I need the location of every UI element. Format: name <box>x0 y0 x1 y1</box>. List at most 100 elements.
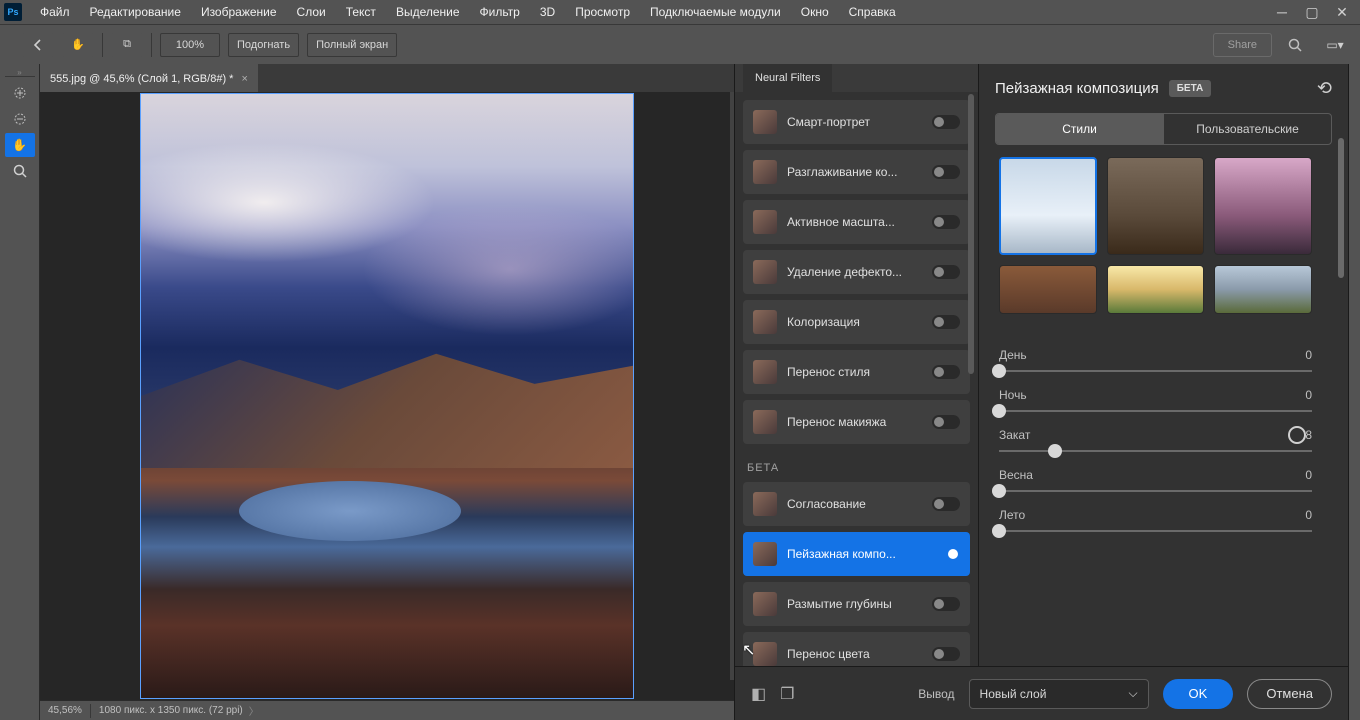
menu-Окно[interactable]: Окно <box>791 2 839 22</box>
filter-item[interactable]: Активное масшта... <box>743 200 970 244</box>
slider-thumb[interactable] <box>992 484 1006 498</box>
menu-Редактирование[interactable]: Редактирование <box>80 2 191 22</box>
slider-thumb[interactable] <box>992 404 1006 418</box>
output-label: Вывод <box>918 687 954 701</box>
slider-Весна: Весна0 <box>999 468 1312 492</box>
fullscreen-button[interactable]: Полный экран <box>307 33 397 57</box>
close-icon[interactable]: × <box>241 73 247 85</box>
panel-scrollbar[interactable] <box>968 94 976 718</box>
filter-thumb <box>753 260 777 284</box>
hand-icon[interactable]: ✋ <box>62 33 94 57</box>
ok-button[interactable]: OK <box>1163 679 1234 709</box>
menu-Файл[interactable]: Файл <box>30 2 80 22</box>
filter-label: Перенос макияжа <box>787 415 922 429</box>
canvas[interactable] <box>140 93 634 699</box>
zoom-display[interactable]: 100% <box>160 33 220 57</box>
options-bar: ✋ ⧉ 100% Подогнать Полный экран Share ▭▾ <box>0 24 1360 64</box>
preset-3[interactable] <box>1214 157 1312 255</box>
ellipse-sub-tool[interactable] <box>5 107 35 131</box>
fit-button[interactable]: Подогнать <box>228 33 299 57</box>
slider-track[interactable] <box>999 450 1312 452</box>
filter-toggle[interactable] <box>932 165 960 179</box>
tab-styles[interactable]: Стили <box>996 114 1164 144</box>
slider-thumb[interactable] <box>992 524 1006 538</box>
filter-item[interactable]: Удаление дефекто... <box>743 250 970 294</box>
minimize-button[interactable]: ─ <box>1268 2 1296 22</box>
preset-4[interactable] <box>999 265 1097 314</box>
slider-thumb[interactable] <box>992 364 1006 378</box>
filter-item[interactable]: Перенос макияжа <box>743 400 970 444</box>
filter-item[interactable]: Перенос стиля <box>743 350 970 394</box>
menu-Выделение[interactable]: Выделение <box>386 2 470 22</box>
slider-Лето: Лето0 <box>999 508 1312 532</box>
hand-tool[interactable]: ✋ <box>5 133 35 157</box>
menu-Справка[interactable]: Справка <box>839 2 906 22</box>
slider-track[interactable] <box>999 530 1312 532</box>
filter-toggle[interactable] <box>932 597 960 611</box>
windows-icon[interactable]: ⧉ <box>111 33 143 57</box>
status-zoom[interactable]: 45,56% <box>48 705 82 716</box>
workspace-switcher[interactable]: ▭▾ <box>1318 33 1352 57</box>
maximize-button[interactable]: ▢ <box>1298 2 1326 22</box>
ellipse-add-tool[interactable] <box>5 81 35 105</box>
status-dims: 1080 пикс. x 1350 пикс. (72 ppi) <box>99 705 243 716</box>
home-back-icon[interactable] <box>22 33 54 57</box>
compare-icon[interactable]: ◧ <box>751 684 766 704</box>
filter-toggle[interactable] <box>932 215 960 229</box>
close-button[interactable]: ✕ <box>1328 2 1356 22</box>
filter-item[interactable]: Колоризация <box>743 300 970 344</box>
filter-toggle[interactable] <box>932 647 960 661</box>
filter-toggle[interactable] <box>932 547 960 561</box>
filter-label: Активное масшта... <box>787 215 922 229</box>
filter-thumb <box>753 410 777 434</box>
filter-toggle[interactable] <box>932 415 960 429</box>
preset-1[interactable] <box>999 157 1097 255</box>
filter-thumb <box>753 642 777 666</box>
reset-icon[interactable]: ⟲ <box>1317 78 1332 99</box>
menu-Изображение[interactable]: Изображение <box>191 2 287 22</box>
strength-handle[interactable] <box>1288 426 1306 444</box>
bottom-bar: ◧ ❐ Вывод Новый слой ⌵ OK Отмена <box>735 666 1348 720</box>
preset-2[interactable] <box>1107 157 1205 255</box>
filter-toggle[interactable] <box>932 315 960 329</box>
filter-toggle[interactable] <box>932 497 960 511</box>
filter-item[interactable]: Пейзажная компо... <box>743 532 970 576</box>
menu-Подключаемые модули[interactable]: Подключаемые модули <box>640 2 791 22</box>
slider-track[interactable] <box>999 410 1312 412</box>
tab-custom[interactable]: Пользовательские <box>1164 114 1331 144</box>
cancel-button[interactable]: Отмена <box>1247 679 1332 709</box>
document-tab[interactable]: 555.jpg @ 45,6% (Слой 1, RGB/8#) * × <box>40 64 258 92</box>
app-logo: Ps <box>4 3 22 21</box>
filter-item[interactable]: Смарт-портрет <box>743 100 970 144</box>
zoom-tool[interactable] <box>5 159 35 183</box>
menu-Просмотр[interactable]: Просмотр <box>565 2 640 22</box>
filter-toggle[interactable] <box>932 365 960 379</box>
menu-3D[interactable]: 3D <box>530 2 565 22</box>
settings-scrollbar[interactable] <box>1338 138 1346 660</box>
document-area: 555.jpg @ 45,6% (Слой 1, RGB/8#) * × 45,… <box>40 64 734 720</box>
search-icon[interactable] <box>1280 33 1310 57</box>
filter-toggle[interactable] <box>932 265 960 279</box>
filter-item[interactable]: Разглаживание ко... <box>743 150 970 194</box>
collapsed-panels[interactable] <box>1348 64 1360 720</box>
slider-track[interactable] <box>999 490 1312 492</box>
filter-item[interactable]: Согласование <box>743 482 970 526</box>
menu-Фильтр[interactable]: Фильтр <box>470 2 530 22</box>
tab-title: 555.jpg @ 45,6% (Слой 1, RGB/8#) * <box>50 73 233 85</box>
layers-icon[interactable]: ❐ <box>780 684 794 704</box>
slider-value: 0 <box>1305 508 1312 522</box>
output-select[interactable]: Новый слой ⌵ <box>969 679 1149 709</box>
slider-thumb[interactable] <box>1048 444 1062 458</box>
filter-toggle[interactable] <box>932 115 960 129</box>
filter-item[interactable]: Размытие глубины <box>743 582 970 626</box>
menu-Слои[interactable]: Слои <box>287 2 336 22</box>
preset-6[interactable] <box>1214 265 1312 314</box>
share-button[interactable]: Share <box>1213 33 1272 57</box>
menu-Текст[interactable]: Текст <box>336 2 386 22</box>
slider-label: Закат <box>999 428 1030 442</box>
preset-5[interactable] <box>1107 265 1205 314</box>
slider-track[interactable] <box>999 370 1312 372</box>
panel-tab-neural[interactable]: Neural Filters <box>743 64 832 92</box>
filter-label: Пейзажная компо... <box>787 547 922 561</box>
slider-value: 0 <box>1305 388 1312 402</box>
